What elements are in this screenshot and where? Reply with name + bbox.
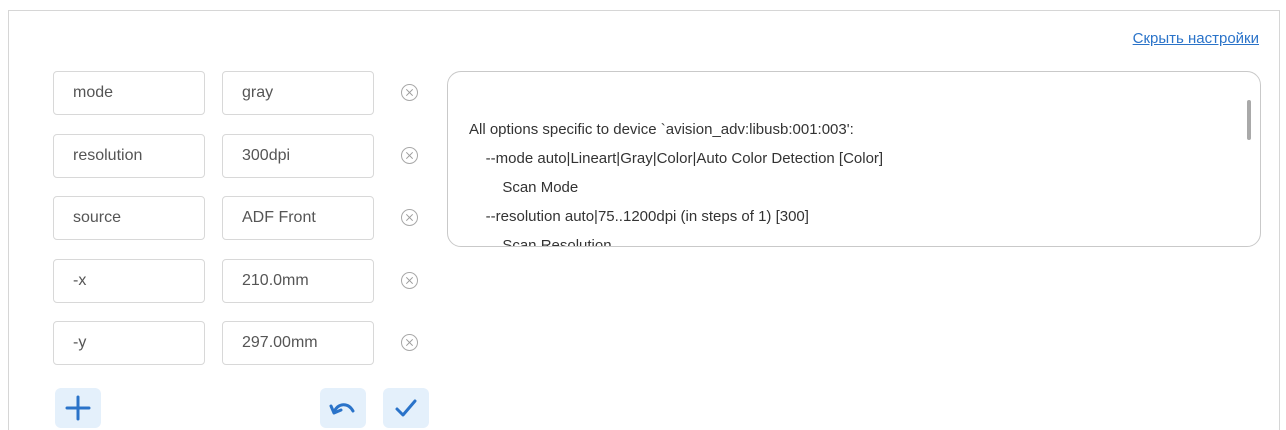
undo-button[interactable] [320, 388, 366, 428]
remove-option-icon[interactable] [401, 209, 418, 226]
option-value-field[interactable]: 210.0mm [222, 259, 374, 303]
plus-icon [65, 395, 91, 421]
hide-settings-link[interactable]: Скрыть настройки [1133, 30, 1259, 47]
option-value-field[interactable]: gray [222, 71, 374, 115]
help-text: All options specific to device `avision_… [469, 121, 884, 247]
option-value-field[interactable]: 300dpi [222, 134, 374, 178]
option-value-field[interactable]: ADF Front [222, 196, 374, 240]
scrollbar[interactable] [1247, 100, 1251, 140]
option-key-field[interactable]: -y [53, 321, 205, 365]
option-key-field[interactable]: -x [53, 259, 205, 303]
remove-option-icon[interactable] [401, 334, 418, 351]
remove-option-icon[interactable] [401, 84, 418, 101]
option-key-field[interactable]: mode [53, 71, 205, 115]
option-value-field[interactable]: 297.00mm [222, 321, 374, 365]
apply-button[interactable] [383, 388, 429, 428]
add-option-button[interactable] [55, 388, 101, 428]
undo-arrow-icon [329, 403, 355, 415]
remove-option-icon[interactable] [401, 272, 418, 289]
device-options-help[interactable]: All options specific to device `avision_… [447, 71, 1261, 247]
checkmark-icon [395, 399, 417, 417]
option-key-field[interactable]: resolution [53, 134, 205, 178]
remove-option-icon[interactable] [401, 147, 418, 164]
option-key-field[interactable]: source [53, 196, 205, 240]
